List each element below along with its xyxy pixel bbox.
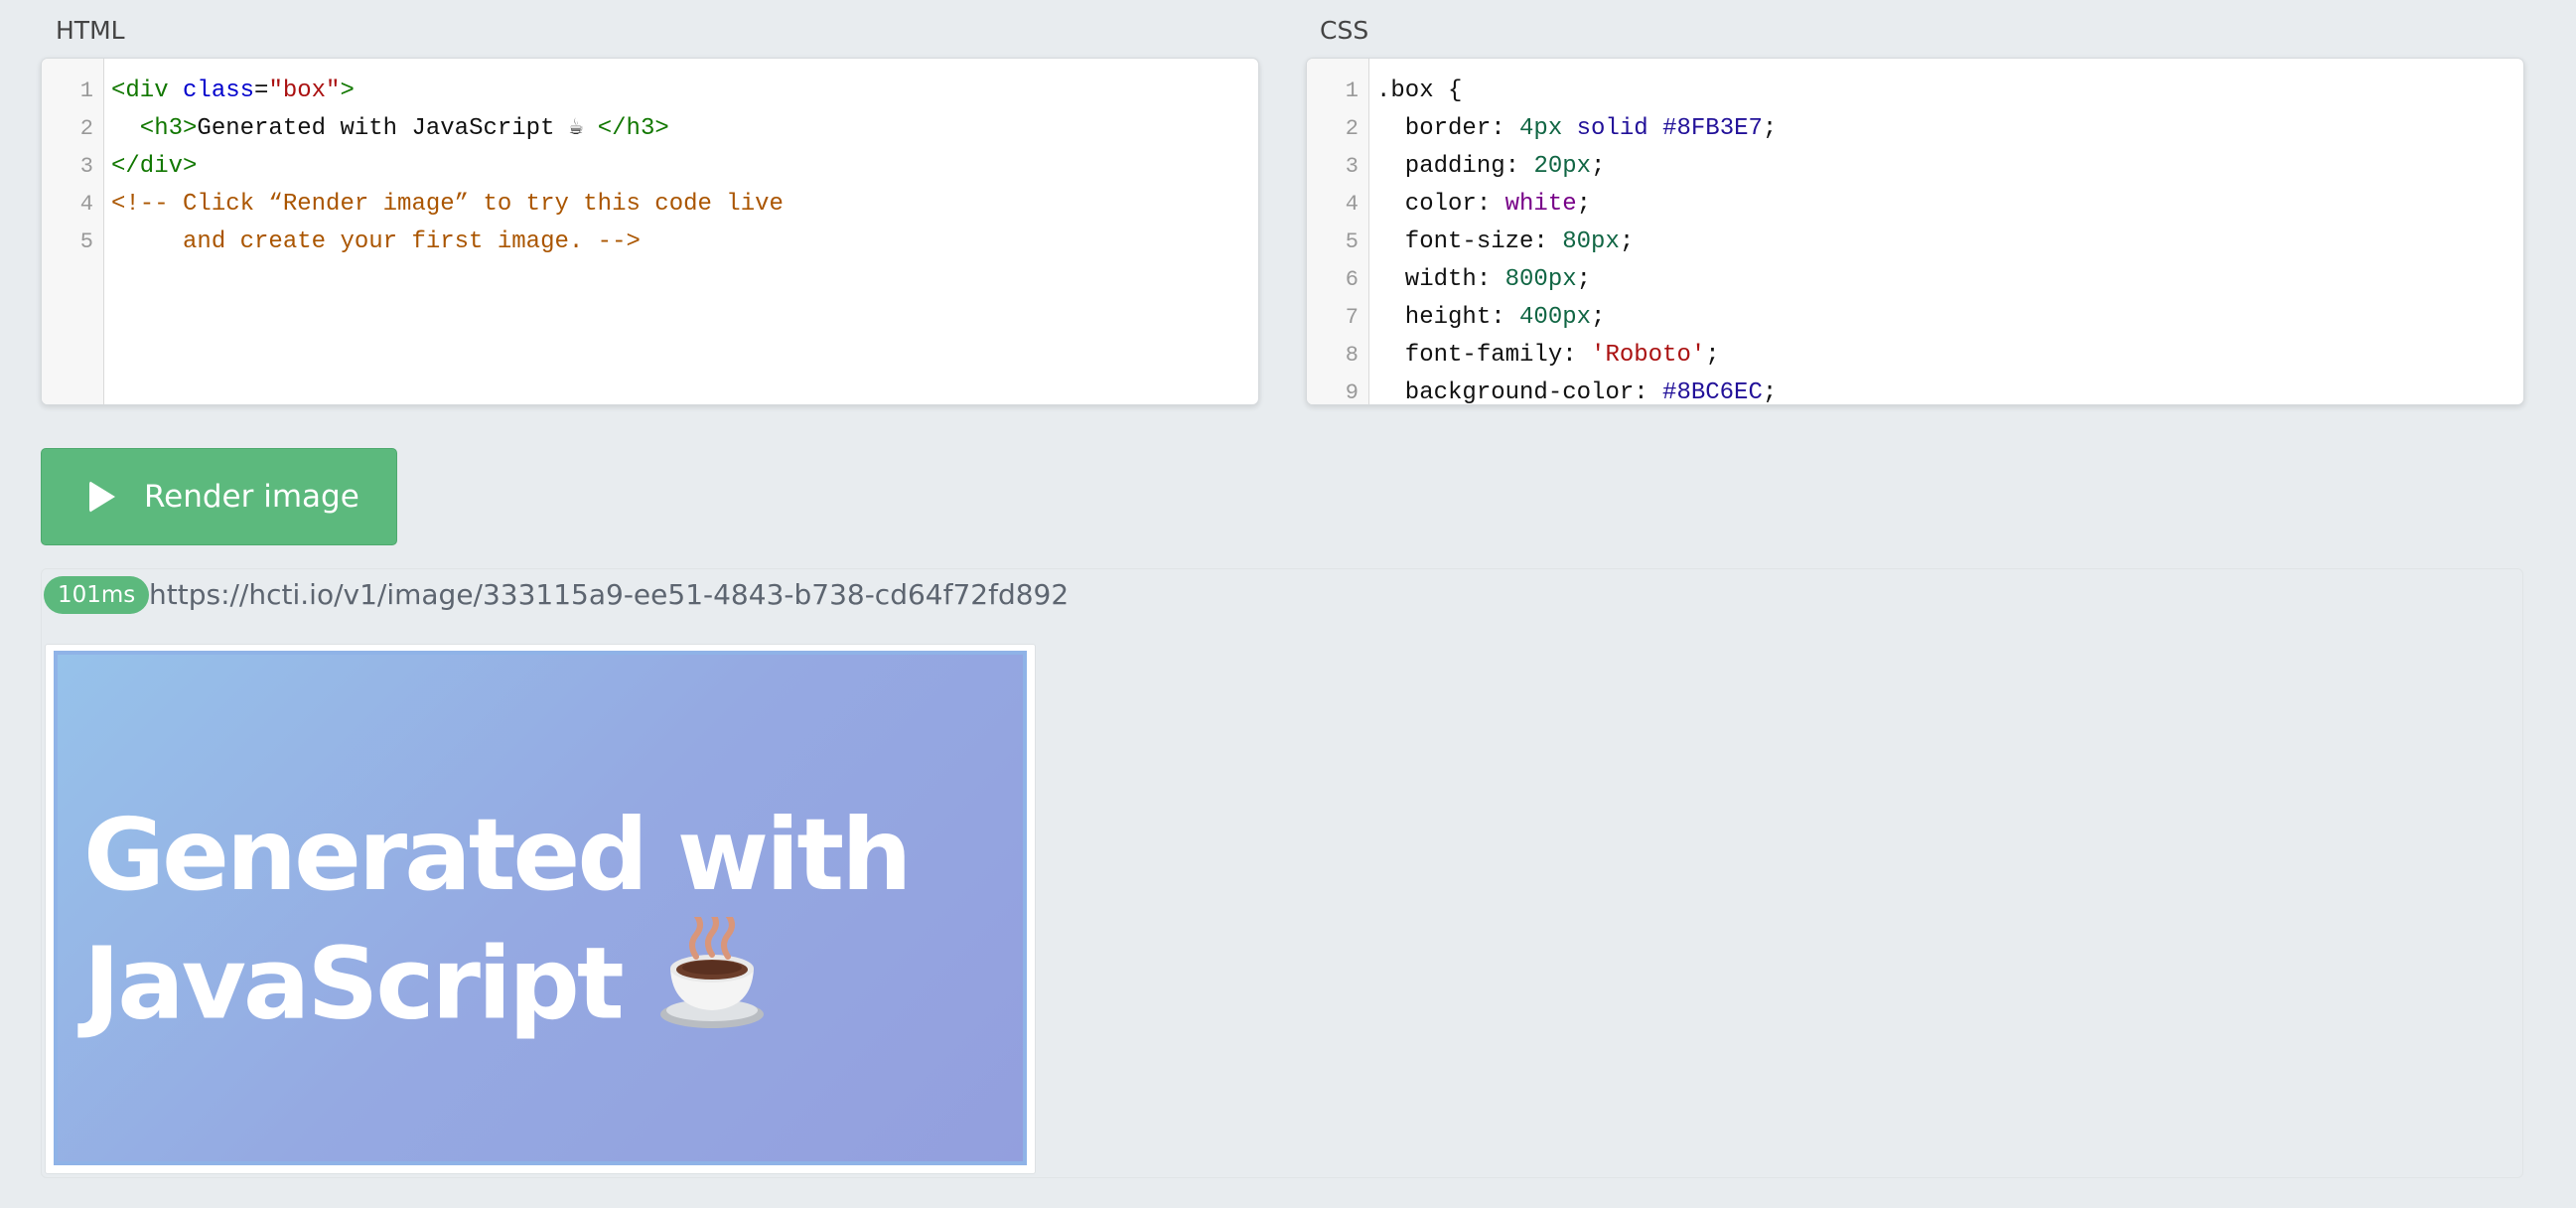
code-token: 4px <box>1519 115 1563 142</box>
code-text: <div class="box"> <box>111 73 355 110</box>
code-token: <h3> <box>111 115 198 142</box>
code-line: 3 </div> <box>42 148 1258 186</box>
line-number: 9 <box>1345 380 1359 405</box>
line-number: 1 <box>79 78 93 103</box>
code-token: color: <box>1376 191 1505 218</box>
line-number: 8 <box>1345 343 1359 368</box>
code-token: .box { <box>1376 77 1463 104</box>
code-token: "box" <box>268 77 341 104</box>
code-line: 9 background-color: #8BC6EC; <box>1307 375 2523 405</box>
code-token: #8FB3E7 <box>1662 115 1763 142</box>
line-number: 4 <box>79 192 93 217</box>
code-line: 5 and create your first image. --> <box>42 224 1258 261</box>
code-text: <h3>Generated with JavaScript ☕ </h3> <box>111 110 669 148</box>
code-line: 4 <!-- Click “Render image” to try this c… <box>42 186 1258 224</box>
code-token: 80px <box>1562 228 1620 255</box>
line-number: 6 <box>1345 267 1359 292</box>
code-token: Generated with JavaScript ☕ <box>197 115 598 142</box>
line-number: 1 <box>1345 78 1359 103</box>
css-panel-label: CSS <box>1320 16 1369 45</box>
code-token: border: <box>1376 115 1520 142</box>
code-line: 7 height: 400px; <box>1307 299 2523 337</box>
code-text: .box { <box>1376 73 1462 110</box>
code-token: ; <box>1576 266 1592 293</box>
code-token: 400px <box>1519 304 1592 331</box>
code-token: 800px <box>1504 266 1577 293</box>
code-text: height: 400px; <box>1376 299 1606 337</box>
play-icon <box>89 481 115 513</box>
code-token: </div> <box>111 153 198 180</box>
line-number: 2 <box>1345 116 1359 141</box>
code-token: padding: <box>1376 153 1534 180</box>
code-line: 6 width: 800px; <box>1307 261 2523 299</box>
code-text: background-color: #8BC6EC; <box>1376 375 1778 405</box>
css-code-editor[interactable]: 1 .box {2 border: 4px solid #8FB3E7; 3 pad… <box>1306 58 2524 405</box>
code-token: height: <box>1376 304 1520 331</box>
code-token: ; <box>1591 304 1606 331</box>
code-text: font-family: 'Roboto'; <box>1376 337 1720 375</box>
code-token: and create your first image. --> <box>111 228 641 255</box>
code-text: and create your first image. --> <box>111 224 641 261</box>
code-line: 1 .box { <box>1307 73 2523 110</box>
code-text: padding: 20px; <box>1376 148 1606 186</box>
render-image-button[interactable]: Render image <box>41 448 397 545</box>
code-text: border: 4px solid #8FB3E7; <box>1376 110 1778 148</box>
code-text: width: 800px; <box>1376 261 1591 299</box>
line-number: 7 <box>1345 305 1359 330</box>
timing-badge: 101ms <box>44 576 150 614</box>
line-number: 5 <box>79 229 93 254</box>
code-token: = <box>254 77 269 104</box>
coffee-cup-icon <box>652 910 772 1064</box>
code-line: 3 padding: 20px; <box>1307 148 2523 186</box>
code-text: font-size: 80px; <box>1376 224 1634 261</box>
line-number: 3 <box>79 154 93 179</box>
code-text: <!-- Click “Render image” to try this co… <box>111 186 784 224</box>
code-line: 5 font-size: 80px; <box>1307 224 2523 261</box>
code-line: 2 border: 4px solid #8FB3E7; <box>1307 110 2523 148</box>
code-line: 1 <div class="box"> <box>42 73 1258 110</box>
code-token: ; <box>1762 115 1778 142</box>
code-token: 20px <box>1533 153 1592 180</box>
html-panel-label: HTML <box>56 16 125 45</box>
code-token: ; <box>1591 153 1606 180</box>
code-text: color: white; <box>1376 186 1591 224</box>
rendered-image-preview: Generated with JavaScript <box>54 651 1027 1165</box>
code-token: 'Roboto' <box>1591 342 1706 369</box>
code-token: ; <box>1762 379 1778 405</box>
code-line: 4 color: white; <box>1307 186 2523 224</box>
image-url-link[interactable]: https://hcti.io/v1/image/333115a9-ee51-4… <box>149 578 1069 611</box>
code-token: font-size: <box>1376 228 1563 255</box>
code-token: width: <box>1376 266 1505 293</box>
code-line: 8 font-family: 'Roboto'; <box>1307 337 2523 375</box>
line-number: 2 <box>79 116 93 141</box>
code-token: ; <box>1576 191 1592 218</box>
code-token: </h3> <box>597 115 669 142</box>
line-number: 4 <box>1345 192 1359 217</box>
code-token: <!-- Click “Render image” to try this co… <box>111 191 784 218</box>
line-number: 3 <box>1345 154 1359 179</box>
code-token: white <box>1504 191 1577 218</box>
code-token: font-family: <box>1376 342 1592 369</box>
preview-heading-text: Generated with JavaScript <box>83 797 912 1042</box>
code-text: </div> <box>111 148 197 186</box>
code-token: #8BC6EC <box>1662 379 1763 405</box>
code-token: ; <box>1705 342 1720 369</box>
code-token: class <box>183 77 255 104</box>
preview-heading: Generated with JavaScript <box>83 794 977 1064</box>
code-line: 2 <h3>Generated with JavaScript ☕ </h3> <box>42 110 1258 148</box>
html-code-editor[interactable]: 1 <div class="box"> 2 <h3>Generated with J… <box>41 58 1259 405</box>
render-button-label: Render image <box>144 479 359 515</box>
code-token: solid <box>1576 115 1648 142</box>
line-number: 5 <box>1345 229 1359 254</box>
code-token: <div <box>111 77 184 104</box>
code-token: ; <box>1619 228 1635 255</box>
code-token: background-color: <box>1376 379 1663 405</box>
code-token: > <box>340 77 355 104</box>
